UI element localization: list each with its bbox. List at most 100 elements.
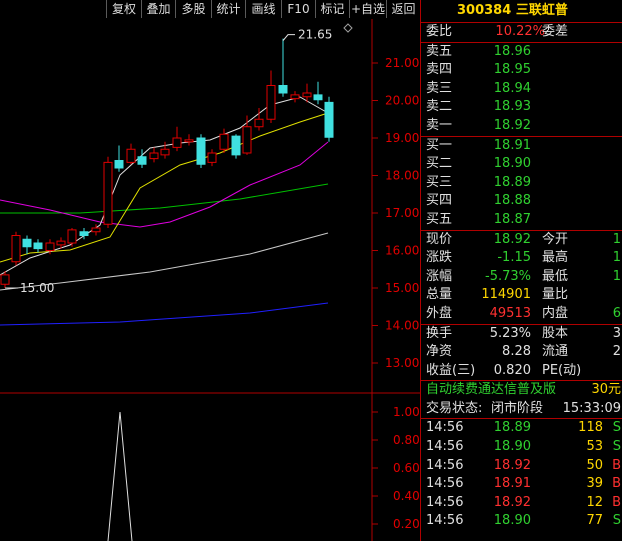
mark-button[interactable]: 标记 <box>315 0 349 18</box>
tick-price: 18.92 <box>493 457 531 473</box>
quote-panel: 300384 三联虹普 委比 10.22% 委差 卖五 18.96 卖四 18.95 卖… <box>420 0 622 541</box>
stat-row: 总量 114901 量比 <box>421 286 622 305</box>
bid-row: 买三 18.89 <box>421 174 622 193</box>
stat-value-2: 1 <box>612 250 621 266</box>
stat2-value-2: 2 <box>612 344 621 360</box>
draw-line-button[interactable]: 画线 <box>245 0 281 18</box>
stat2-label: 收益(三) <box>426 362 476 378</box>
ask-label: 卖四 <box>426 62 453 78</box>
candle-body <box>324 101 334 138</box>
low-label: 15.00 <box>20 281 54 295</box>
weibi-row: 委比 10.22% 委差 <box>421 23 622 43</box>
indicator-axis-label: 0.80 <box>393 433 420 447</box>
bid-price: 18.88 <box>493 193 531 209</box>
restore-rights-button[interactable]: 复权 <box>106 0 141 18</box>
status-time: 15:33:09 <box>562 400 621 416</box>
ad-text[interactable]: 自动续费通达信普及版 <box>426 381 556 400</box>
weibi-value: 10.22% <box>495 24 545 39</box>
ask-row: 卖五 18.96 <box>421 43 622 62</box>
price-axis-label: 20.00 <box>385 94 419 108</box>
stat2-value: 5.23% <box>489 325 531 341</box>
ask-price: 18.92 <box>493 117 531 133</box>
tick-side: S <box>612 420 621 436</box>
bid-label: 买五 <box>426 211 453 227</box>
tick-time: 14:56 <box>426 420 464 436</box>
ask-row: 卖三 18.94 <box>421 80 622 99</box>
stat2-row: 换手 5.23% 股本 3 <box>421 325 622 344</box>
back-button[interactable]: 返回 <box>386 0 420 18</box>
statistics-button[interactable]: 统计 <box>211 0 245 18</box>
stat-value: -1.15 <box>497 250 531 266</box>
bid-label: 买一 <box>426 137 453 153</box>
tick-side: S <box>612 513 621 529</box>
candle-body <box>103 161 113 225</box>
tick-time: 14:56 <box>426 439 464 455</box>
bid-label: 买三 <box>426 174 453 190</box>
ask-label: 卖一 <box>426 117 453 133</box>
ma60-line <box>0 183 329 214</box>
stat2-label-2: 股本 <box>542 325 569 341</box>
overlay-button[interactable]: 叠加 <box>141 0 175 18</box>
stat2-label: 换手 <box>426 325 453 341</box>
stat-label: 涨幅 <box>426 268 453 284</box>
candle-body <box>137 156 147 165</box>
stat-value-2: 6 <box>612 305 621 321</box>
price-axis-label: 18.00 <box>385 169 419 183</box>
tick-volume: 39 <box>586 476 603 492</box>
candle-body <box>184 139 194 143</box>
ask-price: 18.94 <box>493 80 531 96</box>
ask-price: 18.93 <box>493 99 531 115</box>
stat-value: 114901 <box>481 287 531 303</box>
ad-row[interactable]: 自动续费通达信普及版 30元 <box>421 381 622 400</box>
high-marker <box>282 34 295 41</box>
stat2-row: 收益(三) 0.820 PE(动) <box>421 362 622 381</box>
stat2-value: 8.28 <box>502 344 531 360</box>
price-axis-label: 13.00 <box>385 356 419 370</box>
bid-label: 买二 <box>426 156 453 172</box>
candle-body <box>196 137 206 165</box>
stat-label-2: 内盘 <box>542 305 569 321</box>
candle-body <box>45 242 55 251</box>
candle-body <box>242 126 252 154</box>
kline-chart[interactable]: 21.00 20.00 19.00 18.00 17.00 16.00 15.00 14.00… <box>0 0 420 541</box>
tick-time: 14:56 <box>426 513 464 529</box>
stats-list: 现价 18.92 今开 1 涨跌 -1.15 最高 1 涨幅 -5.73% 最低 1 总量 114901 量… <box>421 231 622 325</box>
bid-list: 买一 18.91 买二 18.90 买三 18.89 买四 18.88 买五 18.87 <box>421 137 622 231</box>
stats2-list: 换手 5.23% 股本 3 净资 8.28 流通 2 收益(三) 0.820 PE(动) <box>421 325 622 382</box>
candle-body <box>207 152 217 163</box>
ask-label: 卖三 <box>426 80 453 96</box>
bid-price: 18.89 <box>493 174 531 190</box>
tick-row: 14:56 18.92 50 B <box>421 457 622 476</box>
candle-body <box>149 152 159 160</box>
ask-row: 卖二 18.93 <box>421 98 622 117</box>
candle-body <box>266 85 276 120</box>
price-axis-label: 14.00 <box>385 319 419 333</box>
stat-label-2: 今开 <box>542 231 569 247</box>
candle-body <box>33 242 43 250</box>
stat-row: 涨幅 -5.73% 最低 1 <box>421 268 622 287</box>
add-favorite-button[interactable]: +自选 <box>349 0 386 18</box>
stat-label-2: 最低 <box>542 268 569 284</box>
stat2-row: 净资 8.28 流通 2 <box>421 343 622 362</box>
stat-row: 涨跌 -1.15 最高 1 <box>421 249 622 268</box>
tick-row: 14:56 18.92 12 B <box>421 494 622 513</box>
f10-button[interactable]: F10 <box>281 0 315 18</box>
multi-stock-button[interactable]: 多股 <box>175 0 211 18</box>
high-label: 21.65 <box>298 28 332 42</box>
tick-volume: 53 <box>586 439 603 455</box>
bid-price: 18.87 <box>493 211 531 227</box>
price-axis-label: 16.00 <box>385 244 419 258</box>
stat2-value: 0.820 <box>493 362 531 378</box>
ask-price: 18.96 <box>493 43 531 59</box>
candle-body <box>313 94 323 101</box>
candle-body <box>0 274 10 285</box>
stat2-value-2: 3 <box>612 325 621 341</box>
candle-body <box>231 135 241 156</box>
bid-price: 18.90 <box>493 156 531 172</box>
tick-row: 14:56 18.91 39 B <box>421 475 622 494</box>
candle-body <box>278 85 288 94</box>
status-value: 闭市阶段 <box>491 400 544 416</box>
tick-price: 18.90 <box>493 439 531 455</box>
ask-row: 卖一 18.92 <box>421 117 622 136</box>
ad-price: 30元 <box>591 382 621 398</box>
